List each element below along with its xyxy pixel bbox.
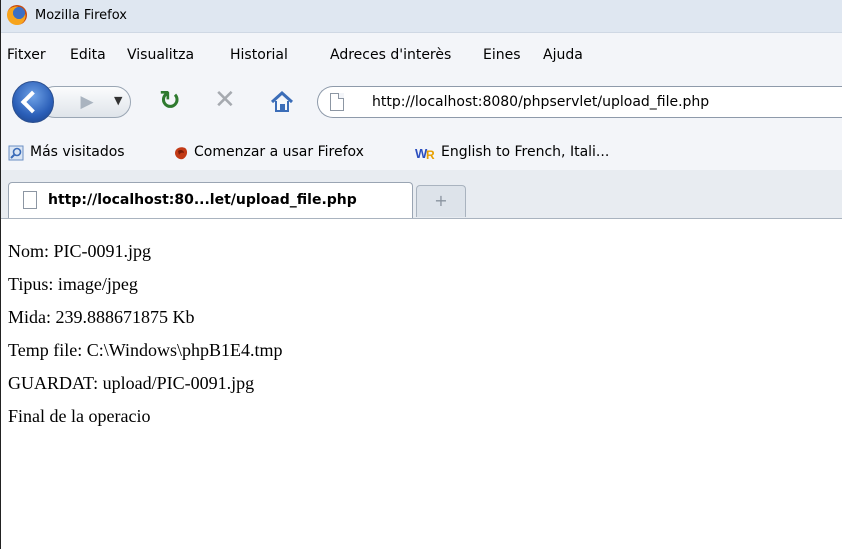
tab-title: http://localhost:80...let/upload_file.ph… <box>48 192 357 208</box>
title-bar: Mozilla Firefox <box>1 0 842 33</box>
firefox-start-icon <box>175 147 188 160</box>
temp-file-line: Temp file: C:\Windows\phpB1E4.tmp <box>8 340 283 360</box>
operation-end-line: Final de la operacio <box>8 406 151 426</box>
menu-eines[interactable]: Eines <box>483 47 521 63</box>
back-button[interactable] <box>12 81 54 123</box>
menu-edita[interactable]: Edita <box>70 47 106 63</box>
stop-button[interactable]: ✕ <box>214 87 236 113</box>
bookmark-most-visited[interactable]: Más visitados <box>30 144 125 160</box>
address-bar[interactable]: http://localhost:8080/phpservlet/upload_… <box>317 86 842 118</box>
menu-visualitza[interactable]: Visualitza <box>127 47 194 63</box>
bookmark-wordreference[interactable]: English to French, Itali... <box>441 144 609 160</box>
navigation-toolbar: ▶ ▼ ↻ ✕ http://localhost:8080/phpservlet… <box>1 68 842 134</box>
firefox-logo-icon <box>7 5 27 25</box>
menu-bar: Fitxer Edita Visualitza Historial Adrece… <box>1 33 842 68</box>
page-icon <box>23 191 37 209</box>
search-bookmark-icon <box>8 145 24 161</box>
home-button[interactable] <box>269 89 295 115</box>
tab-strip: http://localhost:80...let/upload_file.ph… <box>1 170 842 219</box>
page-icon <box>330 93 344 111</box>
file-type-line: Tipus: image/jpeg <box>8 274 138 294</box>
forward-button[interactable]: ▶ <box>77 92 97 112</box>
wordreference-icon: W R <box>415 146 435 161</box>
bookmarks-toolbar: Más visitados Comenzar a usar Firefox W … <box>1 134 842 170</box>
menu-fitxer[interactable]: Fitxer <box>7 47 46 63</box>
url-text[interactable]: http://localhost:8080/phpservlet/upload_… <box>372 94 709 110</box>
plus-icon: + <box>434 191 448 210</box>
bookmark-getting-started[interactable]: Comenzar a usar Firefox <box>194 144 364 160</box>
menu-historial[interactable]: Historial <box>230 47 288 63</box>
window-title: Mozilla Firefox <box>35 8 127 23</box>
file-size-line: Mida: 239.888671875 Kb <box>8 307 195 327</box>
menu-ajuda[interactable]: Ajuda <box>543 47 583 63</box>
saved-path-line: GUARDAT: upload/PIC-0091.jpg <box>8 373 255 393</box>
reload-button[interactable]: ↻ <box>159 88 181 114</box>
file-name-line: Nom: PIC-0091.jpg <box>8 241 152 261</box>
svg-text:R: R <box>426 148 435 161</box>
tab-active[interactable]: http://localhost:80...let/upload_file.ph… <box>8 182 413 218</box>
new-tab-button[interactable]: + <box>416 185 466 217</box>
menu-adreces[interactable]: Adreces d'interès <box>330 47 451 63</box>
history-dropdown-button[interactable]: ▼ <box>114 94 122 107</box>
page-content: Nom: PIC-0091.jpg Tipus: image/jpeg Mida… <box>1 219 842 549</box>
